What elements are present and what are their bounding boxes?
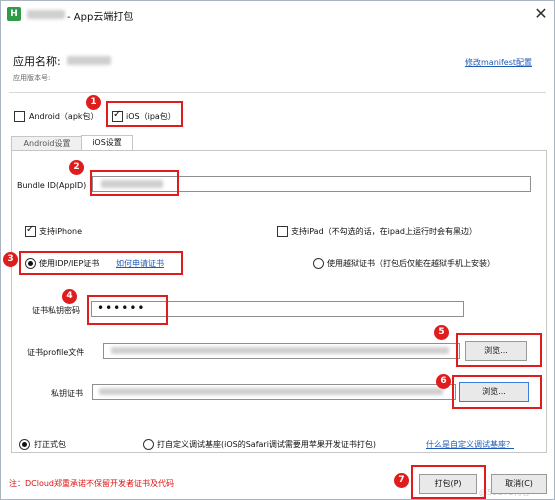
annotation-badge-5: 5	[434, 325, 449, 340]
annotation-badge-7: 7	[394, 473, 409, 488]
modify-manifest-link[interactable]: 修改manifest配置	[465, 57, 532, 68]
private-key-label: 私钥证书	[51, 389, 83, 398]
annotation-box-4	[87, 295, 168, 325]
title-bar: H - App云端打包 ✕	[1, 1, 554, 29]
annotation-box-1	[106, 101, 183, 127]
cert-password-label: 证书私钥密码	[32, 306, 80, 315]
app-name-label: 应用名称:	[13, 55, 61, 68]
custom-debug-radio[interactable]	[143, 439, 154, 450]
custom-debug-label: 打自定义调试基座(iOS的Safari调试需要用苹果开发证书打包)	[157, 440, 377, 449]
android-checkbox[interactable]	[14, 111, 25, 122]
support-iphone-label: 支持iPhone	[39, 227, 83, 236]
annotation-box-6	[452, 375, 542, 409]
annotation-badge-6: 6	[436, 374, 451, 389]
formal-package-label: 打正式包	[34, 440, 66, 449]
support-ipad-label: 支持iPad（不勾选的话，在ipad上运行时会有黑边）	[291, 227, 477, 236]
annotation-badge-1: 1	[86, 95, 101, 110]
annotation-box-7	[411, 465, 486, 499]
cancel-button[interactable]: 取消(C)	[491, 474, 547, 494]
close-icon[interactable]: ✕	[530, 3, 552, 25]
redacted-profile-path	[111, 347, 449, 354]
redacted-private-key-path	[99, 388, 443, 395]
annotation-badge-3: 3	[3, 252, 18, 267]
tab-ios-settings[interactable]: iOS设置	[81, 135, 133, 151]
annotation-box-5	[456, 333, 542, 367]
redacted-app-name	[67, 56, 111, 65]
annotation-box-3	[19, 251, 183, 275]
use-jailbreak-radio[interactable]	[313, 258, 324, 269]
app-version-label: 应用版本号:	[13, 74, 51, 82]
support-iphone-checkbox[interactable]	[25, 224, 36, 237]
formal-package-radio[interactable]	[19, 439, 30, 450]
support-ipad-checkbox[interactable]	[277, 226, 288, 237]
header-divider	[9, 92, 546, 93]
profile-label: 证书profile文件	[27, 348, 85, 357]
redacted-project-name	[27, 10, 65, 19]
bundle-id-label: Bundle ID(AppID)	[17, 181, 87, 190]
app-icon: H	[7, 7, 21, 21]
android-label: Android（apk包）	[29, 112, 99, 121]
annotation-box-2	[90, 170, 179, 196]
tab-android-settings[interactable]: Android设置	[11, 136, 83, 151]
use-jailbreak-label: 使用越狱证书（打包后仅能在越狱手机上安装）	[327, 259, 495, 268]
annotation-badge-2: 2	[69, 160, 84, 175]
privacy-warning: 注：DCloud郑重承诺不保留开发者证书及代码	[9, 479, 175, 488]
what-is-custom-debug-link[interactable]: 什么是自定义调试基座？	[426, 439, 514, 450]
annotation-badge-4: 4	[62, 289, 77, 304]
packaging-dialog: H - App云端打包 ✕ 应用名称: 应用版本号: 修改manifest配置 …	[0, 0, 555, 500]
window-title: - App云端打包	[67, 12, 134, 23]
